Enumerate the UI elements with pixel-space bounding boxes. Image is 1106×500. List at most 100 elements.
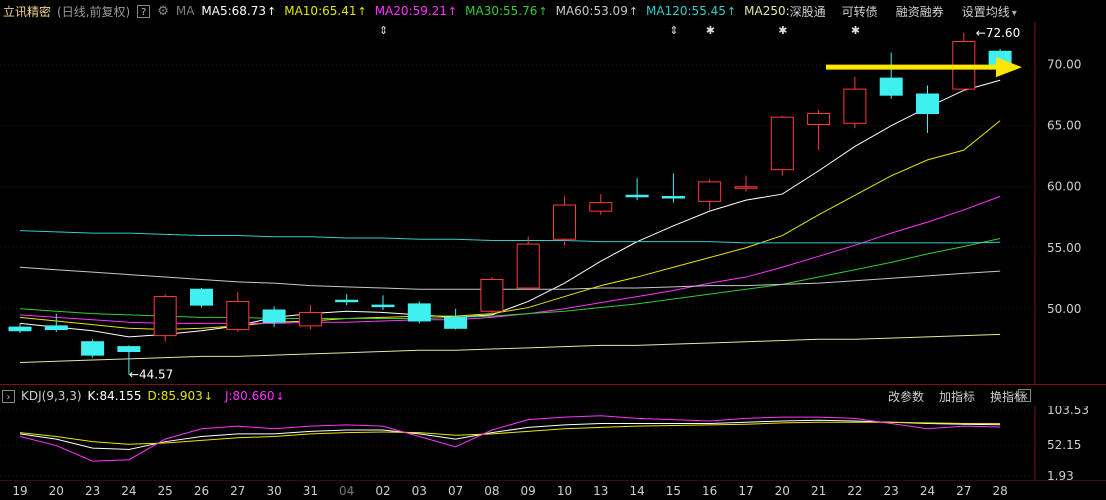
ma-line-ma250	[19, 333, 1001, 363]
date-tick: 20	[49, 484, 64, 498]
candle-body	[807, 113, 831, 126]
arrow-up-icon: ↑	[726, 5, 737, 18]
candle-body	[770, 116, 794, 171]
add-indicator-button[interactable]: 加指标	[939, 388, 975, 405]
candle-body	[298, 311, 322, 327]
panel-divider	[0, 384, 1106, 385]
candle-body	[516, 243, 540, 289]
date-tick: 24	[920, 484, 935, 498]
price-tick: 65.00	[1047, 119, 1081, 133]
date-tick: 10	[557, 484, 572, 498]
kdj-chart[interactable]: 103.53 52.15 1.93	[0, 406, 1106, 480]
candle	[734, 175, 758, 192]
candle-body	[480, 278, 504, 312]
candle-body	[589, 202, 613, 212]
price-tick: 70.00	[1047, 58, 1081, 72]
date-tick: 21	[811, 484, 826, 498]
candle-body	[44, 325, 68, 331]
candle-body	[843, 88, 867, 124]
event-marker: ⇕	[379, 24, 388, 37]
arrow-up-icon: ↑	[538, 5, 548, 18]
event-marker: ✱	[778, 24, 787, 37]
date-tick: 20	[775, 484, 790, 498]
arrow-up-icon: ↑	[357, 5, 367, 18]
candle	[335, 294, 359, 306]
candle	[625, 178, 649, 201]
low-price-label: ←44.57	[129, 368, 173, 382]
ma-item-ma250[interactable]: MA250:	[744, 4, 790, 18]
candle	[81, 339, 105, 358]
collapse-icon[interactable]: ›	[2, 389, 15, 403]
dropdown-icon[interactable]: ▾	[1012, 8, 1017, 19]
ma-label[interactable]: MA	[176, 4, 195, 18]
price-chart[interactable]: 70.00 65.00 60.00 55.00 50.00 ←72.60 ←44.57 ⇕ ⇕ ✱…	[0, 22, 1106, 384]
candle-body	[553, 204, 576, 240]
gear-icon[interactable]: ⚙	[157, 4, 169, 19]
date-tick: 23	[884, 484, 899, 498]
candle	[153, 294, 177, 342]
arrow-up-icon: ↑	[628, 5, 639, 18]
date-tick: 09	[521, 484, 536, 498]
kdj-d-label: D:85.903↓	[147, 389, 213, 403]
event-marker: ⇕	[669, 24, 678, 37]
change-params-button[interactable]: 改参数	[888, 388, 924, 405]
candle	[8, 323, 32, 334]
menu-item[interactable]: 融资融券	[896, 5, 944, 19]
date-tick: 04	[339, 484, 354, 498]
date-tick: 17	[738, 484, 753, 498]
menu-item[interactable]: 可转债	[842, 5, 878, 19]
ma-item-ma5[interactable]: MA5:68.73	[201, 4, 266, 18]
arrow-down-icon: ↓	[275, 390, 285, 403]
date-axis: 19 20 23 24 25 26 27 30 31 04 02 03 07 08 09 10 13 14 15 16…	[0, 480, 1106, 498]
candle-body	[371, 304, 395, 308]
menu-item[interactable]: 设置均线	[962, 5, 1010, 19]
date-tick: 27	[956, 484, 971, 498]
stock-name[interactable]: 立讯精密	[3, 3, 51, 20]
ma-item-ma30[interactable]: MA30:55.76	[465, 4, 537, 18]
menu-item[interactable]: 深股通	[790, 5, 826, 19]
close-icon[interactable]: ×	[1018, 389, 1031, 402]
candle	[226, 291, 250, 332]
candle-body	[335, 299, 359, 303]
candle-body	[879, 77, 903, 96]
period-label: (日线,前复权)	[57, 4, 131, 19]
arrow-up-icon: ↑	[267, 5, 277, 18]
candle-body	[916, 93, 939, 115]
kdj-buttons: 改参数 加指标 换指标	[879, 386, 1032, 406]
date-tick: 15	[666, 484, 681, 498]
indicator-bar: 立讯精密 (日线,前复权) ? ⚙ MA MA5:68.73↑ MA10:65.4…	[0, 0, 1106, 22]
candle-body	[8, 326, 32, 332]
candle-body	[734, 186, 758, 189]
ma-item-ma20[interactable]: MA20:59.21	[375, 4, 447, 18]
ma-item-ma120[interactable]: MA120:55.45	[646, 4, 726, 18]
candle	[298, 305, 322, 330]
date-tick: 19	[12, 484, 27, 498]
candle-body	[81, 341, 105, 356]
help-icon[interactable]: ?	[137, 4, 151, 18]
kdj-tick: 52.15	[1047, 438, 1081, 452]
candle	[698, 179, 722, 210]
candle	[516, 236, 540, 290]
price-tick: 55.00	[1047, 241, 1081, 255]
candle	[480, 277, 504, 314]
candle-body	[117, 346, 141, 352]
date-tick: 31	[303, 484, 318, 498]
arrow-down-icon: ↓	[203, 390, 213, 403]
candle	[553, 196, 576, 246]
ma-item-ma10[interactable]: MA10:65.41	[284, 4, 356, 18]
kdj-bar: › KDJ(9,3,3) K:84.155 D:85.903↓ J:80.660…	[0, 386, 1040, 406]
candle	[879, 52, 903, 99]
ma-item-ma60[interactable]: MA60:53.09	[556, 4, 628, 18]
candle-body	[698, 181, 722, 202]
date-tick: 14	[629, 484, 644, 498]
candle-body	[153, 296, 177, 337]
price-tick: 50.00	[1047, 302, 1081, 316]
date-tick: 03	[412, 484, 427, 498]
candle	[262, 306, 286, 328]
candle-body	[444, 316, 468, 329]
date-tick: 28	[992, 484, 1007, 498]
date-tick: 24	[121, 484, 136, 498]
candle	[444, 308, 468, 330]
date-tick: 26	[194, 484, 209, 498]
kdj-title[interactable]: KDJ(9,3,3)	[21, 389, 82, 403]
